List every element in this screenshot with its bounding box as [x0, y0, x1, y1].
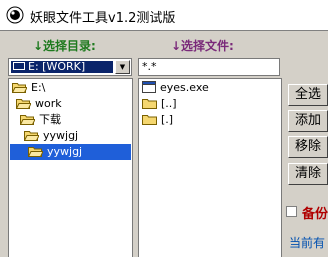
directory-tree[interactable]: E:\ work 下载 yywjgj yywjgj — [8, 78, 133, 257]
tree-item-drive[interactable]: E:\ — [12, 80, 45, 96]
drive-select[interactable]: E: [WORK] ▼ — [8, 58, 132, 76]
open-folder-icon — [16, 98, 31, 109]
file-filter-input[interactable]: *.* — [138, 58, 280, 76]
select-dir-heading: ↓选择目录: — [33, 39, 96, 53]
select-all-button[interactable]: 全选 — [288, 84, 328, 106]
file-item-parent-dir[interactable]: [..] — [142, 96, 177, 112]
clear-button[interactable]: 清除 — [288, 163, 328, 185]
add-button[interactable]: 添加 — [288, 110, 328, 132]
eye-icon — [6, 6, 24, 24]
open-folder-icon — [20, 114, 35, 125]
drive-icon — [13, 62, 25, 70]
tree-item-yywjgj-selected[interactable]: yywjgj — [10, 144, 131, 160]
file-item-current-dir[interactable]: [.] — [142, 112, 173, 128]
folder-icon — [142, 114, 157, 125]
backup-label: 备份 — [302, 207, 328, 222]
title-bar: 妖眼文件工具v1.2测试版 — [0, 0, 328, 30]
current-status-label: 当前有 — [289, 236, 326, 250]
tree-item-yywjgj[interactable]: yywjgj — [24, 128, 78, 144]
title-divider — [0, 30, 328, 31]
exe-file-icon — [142, 81, 156, 93]
remove-button[interactable]: 移除 — [288, 136, 328, 158]
backup-checkbox[interactable] — [286, 206, 297, 217]
open-folder-icon — [24, 130, 39, 141]
open-folder-icon — [28, 146, 43, 157]
drive-label: E: [WORK] — [28, 61, 86, 73]
open-folder-icon — [12, 82, 27, 93]
folder-icon — [142, 98, 157, 109]
tree-item-download[interactable]: 下载 — [20, 112, 61, 128]
file-list[interactable]: eyes.exe [..] [.] — [138, 78, 282, 257]
chevron-down-icon[interactable]: ▼ — [115, 60, 130, 74]
window-title: 妖眼文件工具v1.2测试版 — [30, 11, 176, 26]
file-item-eyes-exe[interactable]: eyes.exe — [142, 80, 209, 96]
tree-item-work[interactable]: work — [16, 96, 62, 112]
select-file-heading: ↓选择文件: — [171, 39, 234, 53]
